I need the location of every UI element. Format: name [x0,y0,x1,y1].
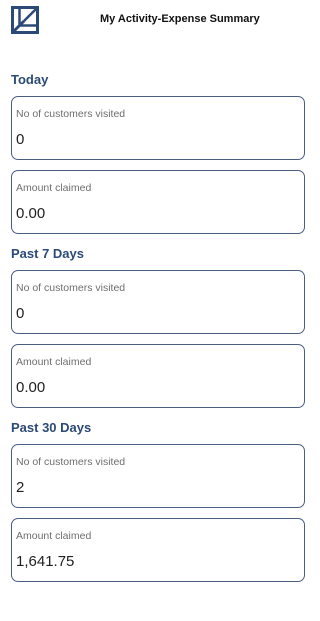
app-header: My Activity-Expense Summary [0,0,320,40]
customers-visited-value: 0 [16,305,25,322]
section-title-past-7-days: Past 7 Days [11,246,84,261]
past-30-days-customers-card: No of customers visited 2 [11,444,305,508]
square-cube-logo-icon[interactable] [11,6,39,34]
amount-claimed-value: 1,641.75 [16,553,75,570]
amount-claimed-value: 0.00 [16,205,46,222]
today-amount-card: Amount claimed 0.00 [11,170,305,234]
amount-claimed-label: Amount claimed [16,356,92,368]
amount-claimed-label: Amount claimed [16,530,92,542]
customers-visited-label: No of customers visited [16,456,126,468]
section-title-today: Today [11,72,49,87]
past-7-days-customers-card: No of customers visited 0 [11,270,305,334]
past-30-days-amount-card: Amount claimed 1,641.75 [11,518,305,582]
customers-visited-label: No of customers visited [16,108,126,120]
section-title-past-30-days: Past 30 Days [11,420,92,435]
customers-visited-value: 2 [16,479,25,496]
page-title: My Activity-Expense Summary [100,13,260,25]
today-customers-card: No of customers visited 0 [11,96,305,160]
customers-visited-label: No of customers visited [16,282,126,294]
past-7-days-amount-card: Amount claimed 0.00 [11,344,305,408]
customers-visited-value: 0 [16,131,25,148]
amount-claimed-value: 0.00 [16,379,46,396]
amount-claimed-label: Amount claimed [16,182,92,194]
